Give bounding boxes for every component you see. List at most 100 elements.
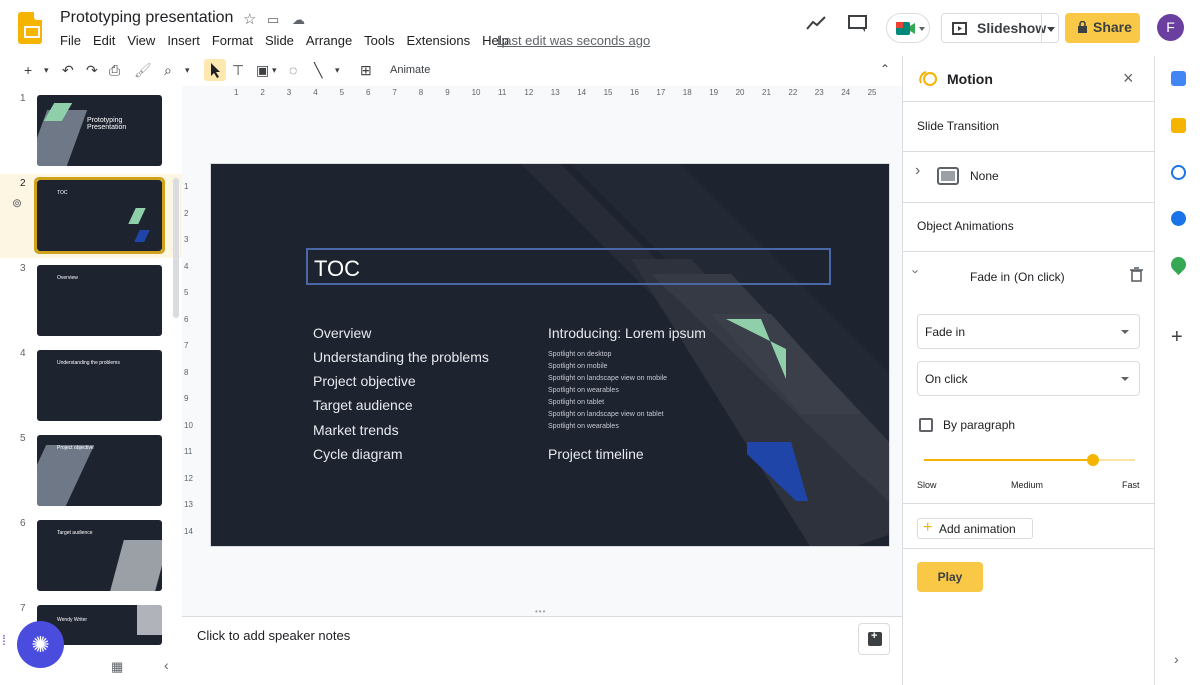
menu-edit[interactable]: Edit [93,33,115,48]
slide-canvas[interactable]: TOC Overview Understanding the problems … [210,163,890,547]
ruler-tick: 6 [366,88,371,97]
ruler-tick: 8 [418,88,424,97]
toc-left-item: Target audience [313,397,413,413]
effect-select[interactable]: Fade in [917,314,1140,349]
slide-transition-heading: Slide Transition [917,119,1000,133]
ruler-tick: 13 [550,88,560,97]
comment-icon[interactable] [848,15,868,33]
menu-arrange[interactable]: Arrange [306,33,352,48]
ruler-tick: 2 [260,88,265,97]
transition-row[interactable]: › None [903,152,1155,202]
select-tool[interactable] [204,59,226,81]
title-selection-box[interactable] [306,248,831,285]
undo-icon[interactable]: ↶ [62,62,74,79]
filmstrip-scrollbar[interactable] [173,178,179,318]
grid-view-icon[interactable]: ▦ [111,659,123,675]
calendar-icon[interactable] [1171,71,1186,86]
move-folder-icon[interactable]: ▭ [267,12,279,28]
menu-tools[interactable]: Tools [364,33,394,48]
add-comment-icon[interactable]: ⊞ [360,62,372,79]
ruler-tick: 2 [184,208,189,218]
toc-subitem: Spotlight on landscape view on tablet [548,411,664,418]
thumbnail-title: Prototyping Presentation [87,117,127,131]
slide-thumbnail-2[interactable]: TOC [37,180,162,251]
contacts-icon[interactable] [1171,211,1186,226]
cloud-status-icon[interactable]: ☁ [292,12,305,28]
share-button[interactable]: Share [1065,13,1140,43]
line-icon[interactable]: ╲ [314,62,322,79]
ruler-tick: 15 [603,88,613,97]
notes-resize-handle[interactable]: ••• [535,607,546,616]
collapse-toolbar-icon[interactable]: ⌃ [880,62,890,76]
print-icon[interactable]: ⎙ [109,62,120,79]
tasks-icon[interactable] [1171,165,1186,180]
assistant-fab[interactable]: ✺ [17,621,64,668]
slideshow-label: Slideshow [977,20,1047,36]
new-slide-dropdown-icon[interactable]: ▾ [44,65,49,76]
trash-icon[interactable] [1130,267,1143,282]
paint-format-icon[interactable]: 🖌 [134,62,152,79]
ruler-tick: 19 [709,88,719,97]
slides-logo-icon[interactable] [18,12,42,44]
meet-button[interactable] [886,13,930,43]
avatar[interactable]: F [1157,14,1184,41]
star-icon[interactable]: ☆ [243,10,256,28]
add-animation-button[interactable]: + Add animation [917,518,1033,539]
drag-handle-icon[interactable]: ⁞ [2,632,6,648]
slide-thumbnail-1[interactable]: Prototyping Presentation [37,95,162,166]
thumbnail-title: Wendy Writer [57,617,88,623]
slide-thumbnail-4[interactable]: Understanding the problems [37,350,162,421]
ruler-tick: 11 [184,447,193,456]
menu-insert[interactable]: Insert [167,33,200,48]
explore-button[interactable] [858,623,890,655]
slideshow-button[interactable]: Slideshow [941,13,1046,43]
toc-left-item: Cycle diagram [313,446,403,462]
motion-panel: Motion × Slide Transition › None Object … [902,56,1155,685]
line-dropdown-icon[interactable]: ▾ [335,65,340,76]
slide-thumbnail-5[interactable]: Project objective [37,435,162,506]
zoom-dropdown-icon[interactable]: ▾ [185,65,190,76]
activity-trend-icon[interactable] [805,15,827,31]
slideshow-dropdown[interactable] [1041,13,1059,43]
menu-view[interactable]: View [127,33,155,48]
maps-icon[interactable] [1167,253,1190,276]
trigger-select[interactable]: On click [917,361,1140,396]
zoom-icon[interactable]: ⌕ [164,62,172,79]
ruler-tick: 24 [841,88,851,97]
shape-icon[interactable]: ◌ [289,62,297,78]
expand-rail-icon[interactable]: › [1174,651,1179,667]
add-addon-icon[interactable]: + [1171,326,1183,349]
toc-left-item: Overview [313,325,372,341]
slide-thumbnail-6[interactable]: Target audience [37,520,162,591]
close-icon[interactable]: × [1123,68,1134,89]
menu-file[interactable]: File [60,33,81,48]
document-title[interactable]: Prototyping presentation [60,9,233,27]
ruler-tick: 12 [184,473,193,483]
text-box-icon[interactable]: ⊤ [232,62,244,79]
collapse-filmstrip-icon[interactable]: ‹ [164,657,169,673]
slide-thumbnail-3[interactable]: Overview [37,265,162,336]
new-slide-icon[interactable]: + [24,62,32,78]
play-button[interactable]: Play [917,562,983,592]
redo-icon[interactable]: ↷ [86,62,98,79]
image-icon[interactable]: ▣ [256,62,269,79]
ruler-tick: 9 [445,88,450,97]
menu-extensions[interactable]: Extensions [407,33,471,48]
image-dropdown-icon[interactable]: ▾ [272,65,277,76]
by-paragraph-checkbox[interactable] [919,418,933,432]
speaker-notes[interactable]: Click to add speaker notes [182,616,902,685]
animation-item-row[interactable]: › Fade in (On click) [903,252,1155,297]
toc-subitem: Spotlight on mobile [548,363,608,370]
speaker-notes-placeholder[interactable]: Click to add speaker notes [197,628,350,643]
slide-title[interactable]: TOC [314,256,360,282]
ruler-tick: 8 [184,367,189,377]
animate-button[interactable]: Animate [390,64,430,76]
menu-slide[interactable]: Slide [265,33,294,48]
menu-format[interactable]: Format [212,33,253,48]
speed-slider-thumb[interactable] [1086,454,1099,466]
last-edit-link[interactable]: Last edit was seconds ago [497,33,650,48]
plus-icon: + [923,519,933,536]
ruler-tick: 3 [184,235,189,244]
speed-fast-label: Fast [1122,480,1140,490]
keep-icon[interactable] [1171,118,1186,133]
